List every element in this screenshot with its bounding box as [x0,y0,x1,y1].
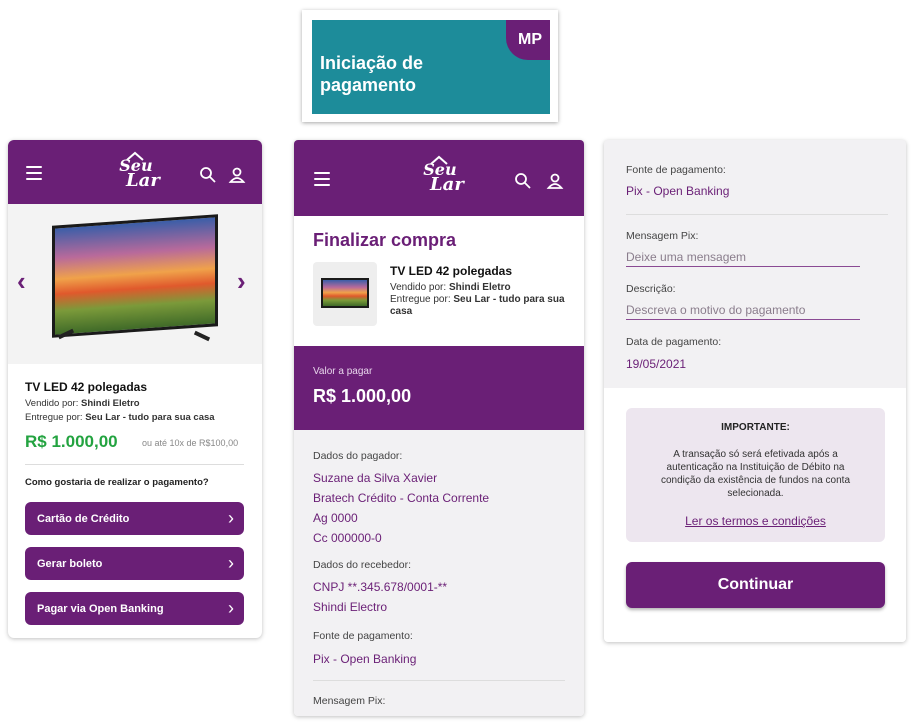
mp-badge-card: MP Iniciação de pagamento [302,10,558,122]
divider [25,464,244,465]
mp-title-line1: Iniciação de [320,53,424,73]
product-name: TV LED 42 polegadas [25,380,148,394]
app-header: Seu Lar [8,140,262,204]
product-summary: TV LED 42 polegadas Vendido por: Shindi … [390,264,584,318]
seu-lar-logo: Seu Lar [112,151,160,190]
screen-checkout: Seu Lar Finalizar compra TV LED 42 polega… [294,140,584,716]
description-input[interactable]: Descreva o motivo do pagamento [626,303,860,320]
user-icon[interactable] [546,172,564,190]
house-roof-icon [430,155,448,165]
mp-corner-label: MP [506,20,550,60]
payment-question: Como gostaria de realizar o pagamento? [25,477,209,488]
mp-title-line2: pagamento [320,75,417,95]
boleto-button[interactable]: Gerar boleto › [25,547,244,580]
receiver-name: Shindi Electro [313,600,388,614]
house-roof-icon [126,151,144,161]
installments-text: ou até 10x de R$100,00 [142,438,239,448]
divider [626,214,888,215]
app-header: Seu Lar [294,140,584,216]
carousel-prev-icon[interactable]: ‹ [17,266,26,297]
sold-by: Vendido por: Shindi Eletro [25,398,140,409]
date-label: Data de pagamento: [626,336,722,348]
source-value: Pix - Open Banking [626,184,730,198]
receiver-cnpj: CNPJ **.345.678/0001-** [313,580,448,594]
continue-button[interactable]: Continuar [626,562,885,608]
important-title: IMPORTANTE: [721,422,790,433]
chevron-right-icon: › [228,508,234,528]
carousel-next-icon[interactable]: › [237,266,246,297]
product-name: TV LED 42 polegadas [390,264,513,278]
delivered-by: Entregue por: Seu Lar - tudo para sua ca… [390,294,565,317]
credit-card-button[interactable]: Cartão de Crédito › [25,502,244,535]
source-label: Fonte de pagamento: [626,164,726,176]
payer-label: Dados do pagador: [313,450,403,462]
chevron-right-icon: › [228,553,234,573]
search-icon[interactable] [514,172,532,190]
message-label: Mensagem Pix: [313,695,386,707]
screen-product-payment-choice: Seu Lar ‹ › TV LED 42 polegadas Vendido p… [8,140,262,638]
message-label: Mensagem Pix: [626,230,699,242]
screen-pix-details: Fonte de pagamento: Pix - Open Banking M… [604,140,906,642]
seu-lar-logo: Seu Lar [416,155,464,194]
important-text: A transação só será efetivada após a aut… [660,449,851,499]
amount-label: Valor a pagar [313,366,373,377]
mp-badge: MP Iniciação de pagamento [312,20,550,114]
payer-agency: Ag 0000 [313,511,358,525]
menu-icon[interactable] [314,172,330,186]
payer-name: Suzane da Silva Xavier [313,471,438,485]
payment-details: Dados do pagador: Suzane da Silva Xavier… [294,430,584,716]
product-carousel: ‹ › [8,204,262,364]
terms-link[interactable]: Ler os termos e condições [626,514,885,528]
tv-image [52,214,218,342]
payer-cc: Cc 000000-0 [313,531,382,545]
user-icon[interactable] [228,166,246,184]
chevron-right-icon: › [228,598,234,618]
delivered-by: Entregue por: Seu Lar - tudo para sua ca… [25,412,215,423]
search-icon[interactable] [199,166,217,184]
product-price: R$ 1.000,00 [25,432,118,451]
open-banking-button[interactable]: Pagar via Open Banking › [25,592,244,625]
description-label: Descrição: [626,283,676,295]
important-notice: IMPORTANTE: A transação só será efetivad… [626,408,885,542]
amount-panel: Valor a pagar R$ 1.000,00 [294,346,584,430]
source-value: Pix - Open Banking [313,652,417,666]
divider [313,680,565,681]
page-title: Finalizar compra [313,230,457,250]
product-thumbnail [313,262,377,326]
receiver-label: Dados do recebedor: [313,559,412,571]
payer-account: Bratech Crédito - Conta Corrente [313,491,490,505]
menu-icon[interactable] [26,166,42,180]
sold-by: Vendido por: Shindi Eletro [390,282,511,293]
message-input[interactable]: Deixe uma mensagem [626,250,860,267]
mp-title: Iniciação de pagamento [320,52,423,96]
date-value: 19/05/2021 [626,357,687,371]
amount-value: R$ 1.000,00 [313,386,412,406]
source-label: Fonte de pagamento: [313,630,413,642]
